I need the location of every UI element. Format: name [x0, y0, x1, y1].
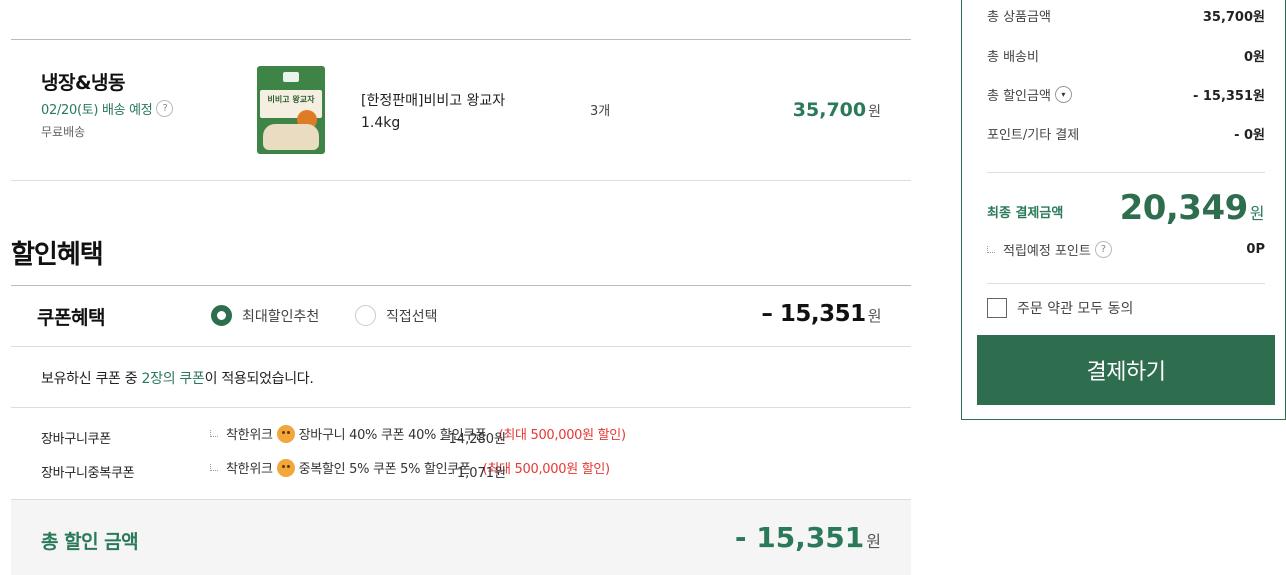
summary-row-shipping: 총 배송비 0원	[987, 46, 1265, 65]
expected-points-label-wrap: 적립예정 포인트 ?	[987, 240, 1112, 259]
product-thumbnail[interactable]: 비비고 왕교자	[257, 66, 325, 154]
coupon-detail: 착한위크 장바구니 40% 쿠폰 40% 할인쿠폰 (최대 500,000원 할…	[210, 424, 626, 443]
tree-branch-icon	[987, 246, 995, 253]
expected-points-row: 적립예정 포인트 ? 0P	[987, 240, 1265, 259]
final-payment-value: 20,349	[1119, 188, 1249, 228]
summary-label: 포인트/기타 결제	[987, 128, 1080, 143]
product-price-value: 35,700	[792, 99, 867, 121]
radio-max-discount[interactable]: 최대할인추천	[211, 305, 319, 326]
final-payment-currency: 원	[1249, 204, 1265, 223]
agree-divider	[987, 283, 1265, 284]
product-quantity: 3개	[590, 104, 611, 119]
coupon-benefit-label: 쿠폰혜택	[37, 307, 105, 329]
summary-value: 35,700원	[1202, 10, 1265, 25]
delivery-date: 02/20(토) 배송 예정 ?	[41, 99, 174, 118]
cat-emoji-icon	[276, 458, 295, 477]
coupon-name: 장바구니중복쿠폰	[41, 466, 135, 481]
coupon-discount-total: – 15,351 원	[761, 301, 881, 327]
shipping-type: 무료배송	[41, 125, 86, 139]
tree-branch-icon	[210, 430, 218, 437]
coupon-name: 장바구니쿠폰	[41, 432, 111, 447]
help-icon[interactable]: ?	[156, 100, 174, 117]
coupon-amount: - 1,071원	[448, 466, 506, 481]
coupon-divider	[11, 346, 911, 347]
coupon-row: 장바구니중복쿠폰 착한위크 중복할인 5% 쿠폰 5% 할인쿠폰 (최대 500…	[0, 458, 911, 482]
coupon-description: 중복할인 5% 쿠폰 5% 할인쿠폰	[298, 462, 471, 477]
coupon-max-discount: (최대 500,000원 할인)	[498, 428, 626, 443]
total-discount-label: 총 할인 금액	[41, 531, 139, 553]
storage-category-title: 냉장&냉동	[41, 72, 126, 94]
item-top-divider	[11, 39, 911, 40]
total-discount-amount: - 15,351 원	[735, 521, 881, 554]
package-label-text: 비비고 왕교자	[267, 95, 315, 104]
agree-checkbox[interactable]	[987, 298, 1007, 318]
discount-top-divider	[11, 285, 911, 286]
product-price-currency: 원	[868, 104, 881, 120]
summary-value: - 0원	[1234, 128, 1265, 143]
cat-emoji-icon	[276, 424, 295, 443]
summary-value: - 15,351원	[1192, 89, 1265, 104]
coupon-applied-message: 보유하신 쿠폰 중 2장의 쿠폰이 적용되었습니다.	[41, 368, 314, 388]
coupon-detail: 착한위크 중복할인 5% 쿠폰 5% 할인쿠폰 (최대 500,000원 할인)	[210, 458, 610, 477]
expected-points-label: 적립예정 포인트	[1003, 244, 1091, 259]
item-bottom-divider	[11, 180, 911, 181]
radio-selected-icon[interactable]	[211, 305, 232, 326]
summary-label: 총 할인금액	[987, 89, 1051, 104]
dumpling-graphic	[263, 124, 319, 150]
radio-unselected-icon[interactable]	[355, 305, 376, 326]
agree-all-terms[interactable]: 주문 약관 모두 동의	[987, 298, 1133, 318]
radio-manual-select-label[interactable]: 직접선택	[386, 306, 438, 326]
summary-value: 0원	[1243, 50, 1265, 65]
coupon-event-name: 착한위크	[226, 462, 273, 477]
applied-msg-suffix: 이 적용되었습니다.	[204, 371, 314, 387]
discount-section-title: 할인혜택	[11, 240, 104, 270]
total-discount-currency: 원	[866, 532, 881, 551]
summary-row-product-total: 총 상품금액 35,700원	[987, 6, 1265, 25]
coupon-total-value: 15,351	[779, 301, 866, 327]
applied-msg-count: 2장의 쿠폰	[141, 371, 205, 387]
applied-divider	[11, 407, 911, 408]
final-payment-label: 최종 결제금액	[987, 206, 1064, 221]
summary-label-wrap: 총 할인금액 ▾	[987, 85, 1072, 104]
delivery-date-text: 02/20(토) 배송 예정	[41, 103, 153, 118]
final-payment-amount: 20,349 원	[1119, 188, 1265, 228]
tree-branch-icon	[210, 464, 218, 471]
product-name[interactable]: [한정판매]비비고 왕교자 1.4kg	[361, 90, 541, 134]
applied-msg-prefix: 보유하신 쿠폰 중	[41, 371, 142, 387]
help-icon[interactable]: ?	[1094, 241, 1112, 258]
pay-button[interactable]: 결제하기	[977, 335, 1275, 405]
coupon-total-sign: –	[761, 301, 773, 327]
total-discount-value: - 15,351	[734, 521, 865, 554]
coupon-event-name: 착한위크	[226, 428, 273, 443]
summary-row-discount: 총 할인금액 ▾ - 15,351원	[987, 85, 1265, 104]
coupon-row: 장바구니쿠폰 착한위크 장바구니 40% 쿠폰 40% 할인쿠폰 (최대 500…	[0, 424, 911, 448]
expected-points-value: 0P	[1246, 242, 1265, 257]
brand-logo-mark	[283, 72, 299, 82]
summary-row-points: 포인트/기타 결제 - 0원	[987, 124, 1265, 143]
product-price: 35,700 원	[793, 99, 881, 121]
agree-label[interactable]: 주문 약관 모두 동의	[1017, 298, 1133, 318]
summary-divider	[987, 172, 1265, 173]
summary-label: 총 상품금액	[987, 10, 1051, 25]
radio-max-discount-label[interactable]: 최대할인추천	[242, 306, 319, 326]
coupon-total-currency: 원	[867, 307, 882, 325]
coupon-amount: - 14,280원	[439, 432, 506, 447]
expand-toggle-icon[interactable]: ▾	[1054, 86, 1072, 103]
summary-label: 총 배송비	[987, 50, 1039, 65]
radio-manual-select[interactable]: 직접선택	[355, 305, 438, 326]
